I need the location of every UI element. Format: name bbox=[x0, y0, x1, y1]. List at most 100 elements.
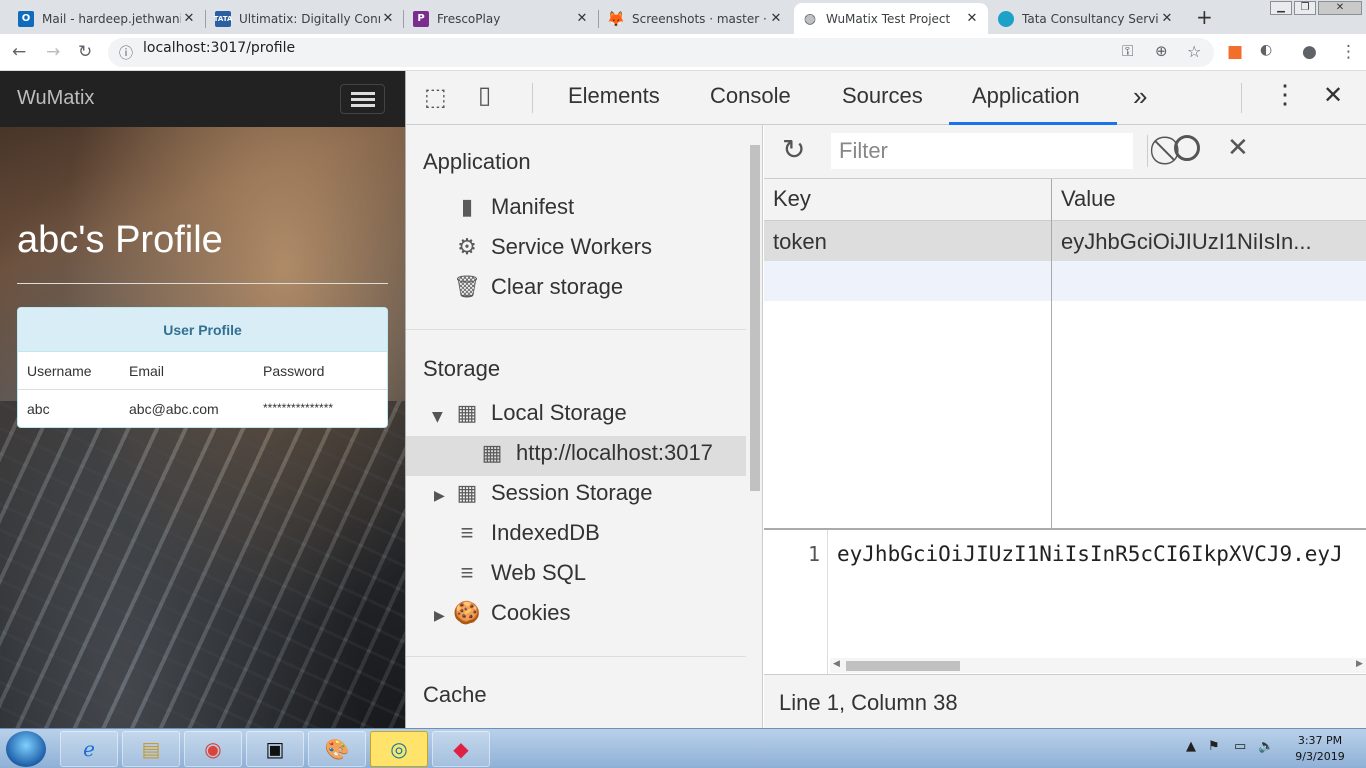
scrollbar-thumb[interactable] bbox=[846, 661, 960, 671]
sidebar-item-label: IndexedDB bbox=[491, 520, 600, 545]
show-hidden-icons-icon[interactable]: ▲ bbox=[1186, 739, 1196, 754]
section-header-application: Application bbox=[423, 149, 531, 174]
horizontal-scrollbar[interactable]: ◀ ▶ bbox=[830, 658, 1366, 673]
table-grid-icon: ▦ bbox=[481, 440, 503, 465]
back-icon[interactable]: ← bbox=[12, 42, 26, 62]
forward-icon[interactable]: → bbox=[46, 42, 60, 62]
outlook-icon: O bbox=[18, 10, 34, 27]
sidebar-item-manifest[interactable]: ▮ Manifest bbox=[453, 193, 574, 221]
sidebar-scrollbar[interactable] bbox=[746, 125, 762, 728]
browser-tab-ultimatix[interactable]: TATA Ultimatix: Digitally Conne ✕ bbox=[207, 3, 404, 34]
code-line[interactable]: eyJhbGciOiJIUzI1NiIsInR5cCI6IkpXVCJ9.eyJ bbox=[837, 542, 1343, 566]
sidebar-item-service-workers[interactable]: ⚙ Service Workers bbox=[453, 233, 652, 261]
storage-view: ↻ Filter ⃠ ✕ Key Value token eyJhbGciOiJ… bbox=[764, 125, 1366, 728]
inspect-element-icon[interactable]: ⬚ bbox=[424, 83, 447, 112]
sidebar-item-session-storage[interactable]: ▦ Session Storage bbox=[453, 479, 653, 507]
menu-kebab-icon[interactable]: ⋮ bbox=[1340, 42, 1357, 62]
close-icon[interactable]: ✕ bbox=[574, 11, 590, 26]
reload-icon[interactable]: ↻ bbox=[78, 42, 92, 62]
minimize-button[interactable]: ▁ bbox=[1270, 1, 1292, 15]
close-devtools-icon[interactable]: ✕ bbox=[1323, 81, 1343, 110]
file-explorer-icon[interactable]: ▤ bbox=[122, 731, 180, 767]
sidebar-item-clear-storage[interactable]: 🗑 Clear storage bbox=[453, 273, 623, 301]
cookie-icon: 🍪 bbox=[453, 600, 481, 625]
tcs-app-icon[interactable]: ◎ bbox=[370, 731, 428, 767]
app-icon[interactable]: ◆ bbox=[432, 731, 490, 767]
close-icon[interactable]: ✕ bbox=[768, 11, 784, 26]
zoom-icon[interactable]: ⊕ bbox=[1155, 42, 1168, 60]
new-tab-button[interactable]: + bbox=[1196, 5, 1213, 29]
browser-tab-wumatix[interactable]: ◍ WuMatix Test Project ✕ bbox=[794, 3, 988, 34]
column-header-value[interactable]: Value bbox=[1061, 186, 1116, 212]
command-prompt-icon[interactable]: ▣ bbox=[246, 731, 304, 767]
sidebar-item-label: Session Storage bbox=[491, 480, 653, 505]
system-clock[interactable]: 3:37 PM 9/3/2019 bbox=[1288, 733, 1352, 765]
action-center-flag-icon[interactable]: ⚑ bbox=[1208, 739, 1220, 754]
close-icon[interactable]: ✕ bbox=[380, 11, 396, 26]
chrome-icon[interactable]: ◉ bbox=[184, 731, 242, 767]
tab-sources[interactable]: Sources bbox=[842, 83, 923, 109]
sidebar-item-local-storage[interactable]: ▦ Local Storage bbox=[453, 399, 627, 427]
close-icon[interactable]: ✕ bbox=[1159, 11, 1175, 26]
filter-input[interactable]: Filter bbox=[831, 133, 1133, 169]
sidebar-item-label: Service Workers bbox=[491, 234, 652, 259]
sidebar-item-indexeddb[interactable]: ≡ IndexedDB bbox=[453, 519, 600, 547]
tab-elements[interactable]: Elements bbox=[568, 83, 660, 109]
application-sidebar: Application ▮ Manifest ⚙ Service Workers… bbox=[406, 125, 763, 728]
devtools-menu-icon[interactable]: ⋮ bbox=[1272, 79, 1298, 110]
key-icon[interactable]: ⚿ bbox=[1122, 42, 1133, 60]
column-header-username: Username bbox=[27, 363, 92, 379]
tab-application[interactable]: Application bbox=[972, 83, 1080, 109]
expand-right-icon[interactable]: ▶ bbox=[434, 608, 445, 624]
extension-icon[interactable]: ◐ bbox=[1260, 42, 1272, 58]
column-divider[interactable] bbox=[1051, 179, 1052, 528]
internet-explorer-icon[interactable]: ℯ bbox=[60, 731, 118, 767]
scroll-left-icon[interactable]: ◀ bbox=[833, 659, 840, 669]
tab-divider bbox=[205, 10, 206, 28]
tab-title: FrescoPlay bbox=[437, 11, 501, 26]
storage-toolbar: ↻ Filter ⃠ ✕ bbox=[764, 125, 1366, 179]
restore-button[interactable]: ❐ bbox=[1294, 1, 1316, 15]
bookmark-star-icon[interactable]: ☆ bbox=[1187, 42, 1201, 61]
column-header-key[interactable]: Key bbox=[773, 186, 811, 212]
volume-icon[interactable]: 🔈 bbox=[1258, 739, 1274, 754]
table-row-empty[interactable] bbox=[764, 261, 1366, 301]
sidebar-item-local-origin[interactable]: ▦ http://localhost:3017 bbox=[478, 439, 713, 467]
more-tabs-icon[interactable]: » bbox=[1133, 81, 1147, 112]
navbar: WuMatix bbox=[0, 71, 405, 127]
database-icon: ≡ bbox=[460, 560, 474, 585]
windows-start-icon[interactable] bbox=[6, 731, 46, 767]
database-icon: ≡ bbox=[460, 520, 474, 545]
sidebar-item-label: Local Storage bbox=[491, 400, 627, 425]
scrollbar-thumb[interactable] bbox=[750, 145, 760, 491]
line-gutter: 1 bbox=[764, 530, 828, 674]
panel-heading: User Profile bbox=[18, 308, 387, 352]
browser-tab-tcs[interactable]: Tata Consultancy Service ✕ bbox=[990, 3, 1183, 34]
value-preview-editor[interactable]: 1 eyJhbGciOiJIUzI1NiIsInR5cCI6IkpXVCJ9.e… bbox=[764, 530, 1366, 674]
expand-right-icon[interactable]: ▶ bbox=[434, 488, 445, 504]
browser-tab-mail[interactable]: O Mail - hardeep.jethwani@ ✕ bbox=[10, 3, 205, 34]
editor-status-bar: Line 1, Column 38 bbox=[764, 674, 1366, 728]
sidebar-item-cookies[interactable]: 🍪 Cookies bbox=[453, 599, 570, 627]
network-icon[interactable]: ▭ bbox=[1234, 739, 1246, 754]
refresh-icon[interactable]: ↻ bbox=[782, 133, 805, 166]
delete-selected-icon[interactable]: ✕ bbox=[1227, 133, 1249, 163]
close-icon[interactable]: ✕ bbox=[964, 11, 980, 26]
brand-logo[interactable]: WuMatix bbox=[17, 87, 94, 110]
scroll-right-icon[interactable]: ▶ bbox=[1356, 659, 1363, 669]
info-icon[interactable]: ⓘ bbox=[119, 43, 133, 63]
close-icon[interactable]: ✕ bbox=[181, 11, 197, 26]
tab-divider bbox=[403, 10, 404, 28]
expand-down-icon[interactable]: ▼ bbox=[432, 409, 443, 425]
sidebar-item-websql[interactable]: ≡ Web SQL bbox=[453, 559, 586, 587]
browser-tab-gitlab[interactable]: 🦊 Screenshots · master · Ha ✕ bbox=[600, 3, 792, 34]
account-avatar-icon[interactable]: ● bbox=[1302, 42, 1317, 62]
tab-console[interactable]: Console bbox=[710, 83, 791, 109]
window-close-button[interactable]: ✕ bbox=[1318, 1, 1362, 15]
browser-tab-frescoplay[interactable]: P FrescoPlay ✕ bbox=[405, 3, 598, 34]
device-toolbar-icon[interactable]: ▯ bbox=[478, 81, 491, 110]
background-keyboard-image bbox=[0, 401, 405, 728]
hamburger-menu-button[interactable] bbox=[340, 84, 385, 114]
extension-icon[interactable]: ■ bbox=[1227, 42, 1243, 62]
paint-icon[interactable]: 🎨 bbox=[308, 731, 366, 767]
